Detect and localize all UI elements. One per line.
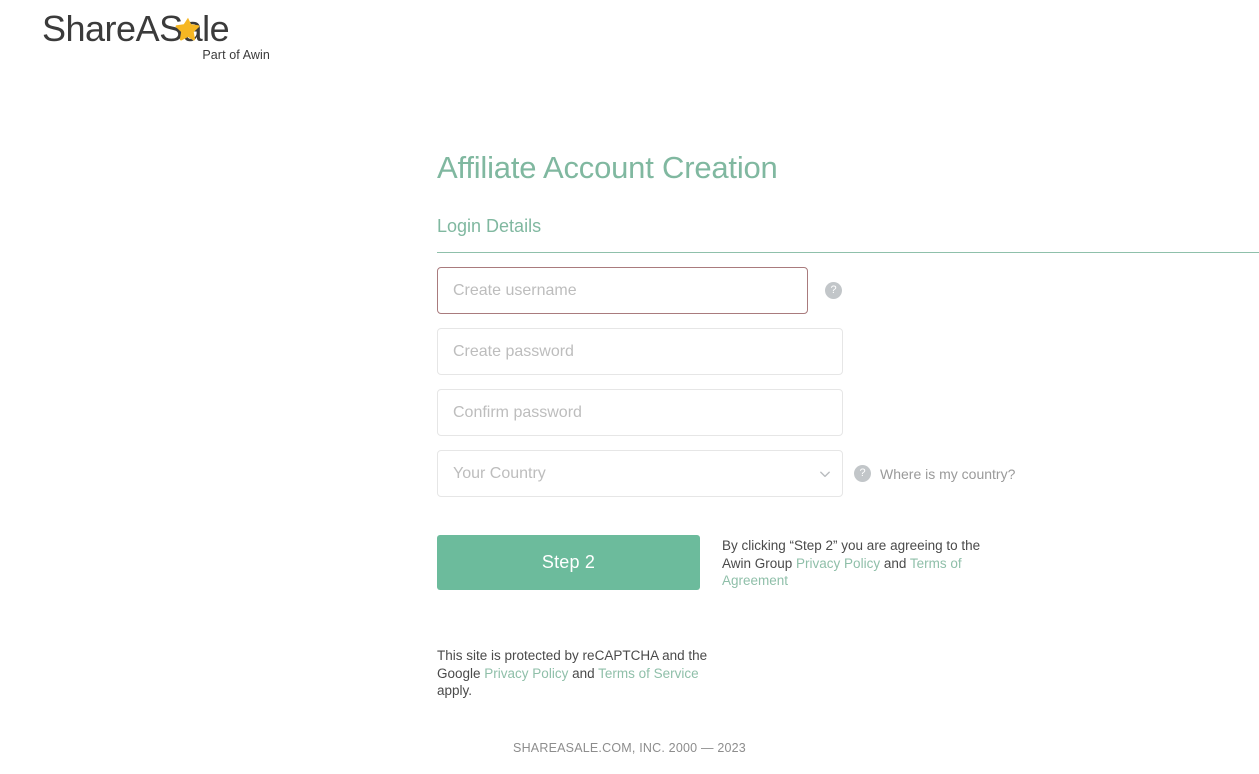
star-icon <box>175 17 200 41</box>
recaptcha-privacy-policy-link[interactable]: Privacy Policy <box>484 666 568 681</box>
country-help-icon[interactable]: ? <box>854 465 871 483</box>
country-select-wrapper: Your Country <box>437 450 843 498</box>
page-title: Affiliate Account Creation <box>437 150 778 185</box>
account-creation-form: Affiliate Account Creation Login Details… <box>437 0 1259 700</box>
agreement-privacy-policy-link[interactable]: Privacy Policy <box>796 556 880 571</box>
site-logo[interactable]: ShareASale Part of Awin <box>42 8 272 62</box>
footer-copyright: SHAREASALE.COM, INC. 2000 — 2023 <box>513 741 746 755</box>
recaptcha-terms-link[interactable]: Terms of Service <box>598 666 699 681</box>
confirm-password-field-row <box>437 389 1259 437</box>
password-input[interactable] <box>437 328 843 376</box>
agreement-conjunction: and <box>880 555 910 571</box>
recaptcha-conjunction: and <box>568 665 599 681</box>
step-2-button[interactable]: Step 2 <box>437 535 700 591</box>
country-select[interactable]: Your Country <box>437 450 843 498</box>
logo-wordmark: ShareASale <box>42 8 230 49</box>
password-field-row <box>437 328 1259 376</box>
section-divider <box>437 252 1259 254</box>
section-title-login-details: Login Details <box>437 215 542 236</box>
where-is-my-country-label[interactable]: Where is my country? <box>880 466 1015 482</box>
agreement-text: By clicking “Step 2” you are agreeing to… <box>722 535 987 590</box>
submit-row: Step 2 By clicking “Step 2” you are agre… <box>437 535 1259 591</box>
username-help-icon[interactable]: ? <box>825 282 842 300</box>
username-input[interactable] <box>437 267 808 315</box>
confirm-password-input[interactable] <box>437 389 843 437</box>
recaptcha-suffix: apply. <box>437 683 473 699</box>
logo-tagline: Part of Awin <box>202 48 270 63</box>
recaptcha-notice: This site is protected by reCAPTCHA and … <box>437 647 737 700</box>
username-field-row: ? <box>437 267 1259 315</box>
country-field-row: Your Country ? Where is my country? <box>437 450 1259 498</box>
